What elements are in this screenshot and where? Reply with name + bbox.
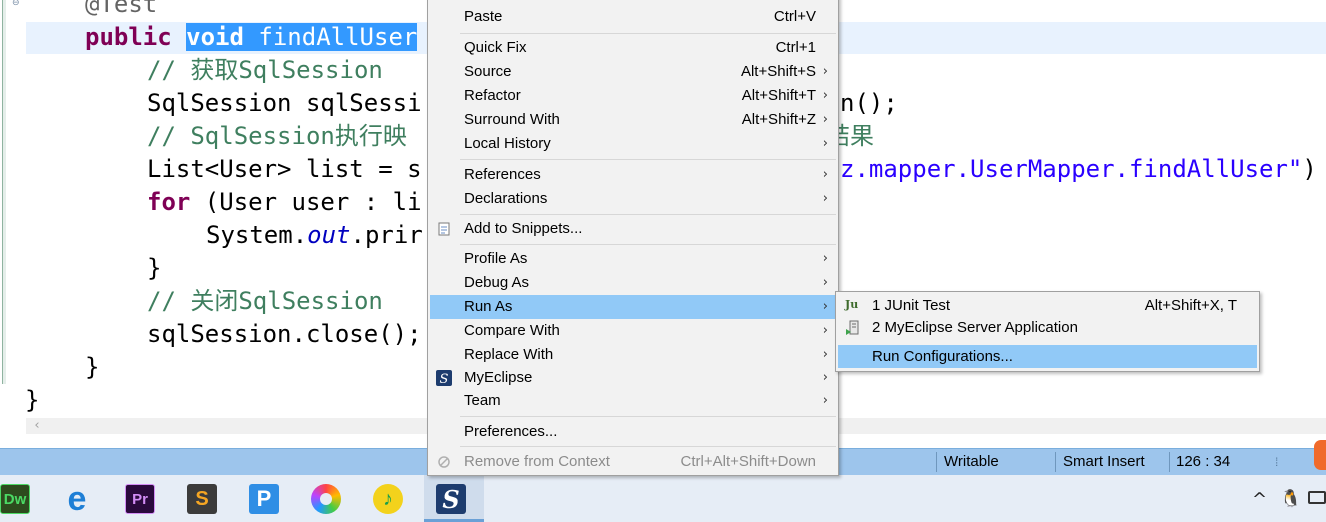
status-separator — [1169, 452, 1170, 472]
menu-item-compare-with[interactable]: Compare With › — [430, 319, 836, 343]
menu-item-quick-fix[interactable]: Quick Fix Ctrl+1 — [430, 36, 836, 60]
menu-separator — [460, 159, 836, 160]
run-as-submenu: Ju 1 JUnit Test Alt+Shift+X, T 2 MyEclips… — [835, 291, 1260, 372]
menu-item-myeclipse[interactable]: S MyEclipse › — [430, 366, 836, 390]
color-wheel-icon[interactable] — [311, 484, 341, 514]
status-insert-mode[interactable]: Smart Insert — [1063, 449, 1145, 476]
code-line-tail: n(); — [840, 89, 898, 117]
submenu-item-run-configurations[interactable]: Run Configurations... — [838, 345, 1257, 368]
submenu-arrow-icon: › — [822, 191, 828, 206]
code-line-println: System.out.prir — [206, 221, 423, 249]
myeclipse-icon: S — [436, 370, 452, 387]
submenu-arrow-icon: › — [822, 251, 828, 266]
code-line: SqlSession sqlSessi — [147, 89, 422, 117]
submenu-arrow-icon: › — [822, 323, 828, 338]
code-comment: // SqlSession执行映 — [147, 122, 407, 150]
change-ruler — [2, 0, 6, 384]
notification-icon[interactable] — [1314, 440, 1326, 470]
menu-item-team[interactable]: Team › — [430, 389, 836, 413]
editor-gutter — [0, 0, 8, 418]
taskbar: Dw e Pr S P ♪ S ^ 🐧 — [0, 475, 1326, 522]
status-separator — [1055, 452, 1056, 472]
server-app-icon — [845, 320, 861, 336]
status-cursor-position[interactable]: 126 : 34 — [1176, 449, 1230, 476]
status-more-icon[interactable]: ⁞ — [1275, 455, 1278, 469]
code-comment: // 获取SqlSession — [147, 56, 383, 84]
menu-item-paste[interactable]: Paste Ctrl+V — [430, 5, 836, 29]
menu-item-debug-as[interactable]: Debug As › — [430, 271, 836, 295]
submenu-item-server-application[interactable]: 2 MyEclipse Server Application — [838, 316, 1257, 339]
submenu-arrow-icon: › — [822, 136, 828, 151]
code-line-for-loop: for (User user : li — [147, 188, 422, 216]
snippet-icon — [436, 221, 452, 237]
submenu-arrow-icon: › — [822, 299, 828, 314]
menu-item-add-to-snippets[interactable]: Add to Snippets... — [430, 217, 836, 241]
submenu-arrow-icon: › — [822, 370, 828, 385]
code-line-method-signature: public void findAllUser — [85, 23, 418, 51]
status-writable: Writable — [944, 453, 999, 470]
sublime-icon[interactable]: S — [187, 484, 217, 514]
submenu-arrow-icon: › — [822, 275, 828, 290]
menu-item-surround-with[interactable]: Surround With Alt+Shift+Z › — [430, 108, 836, 132]
remove-context-icon — [436, 454, 452, 470]
menu-item-preferences[interactable]: Preferences... — [430, 420, 836, 444]
code-line-brace: } — [147, 254, 162, 282]
menu-item-replace-with[interactable]: Replace With › — [430, 343, 836, 367]
menu-item-local-history[interactable]: Local History › — [430, 132, 836, 156]
premiere-icon[interactable]: Pr — [125, 484, 155, 514]
junit-icon: Ju — [845, 298, 859, 311]
code-line-brace: } — [25, 386, 40, 414]
code-line: List<User> list = s — [147, 155, 422, 183]
menu-separator — [460, 244, 836, 245]
code-line-close: sqlSession.close(); — [147, 320, 422, 348]
menu-item-remove-from-context: Remove from Context Ctrl+Alt+Shift+Down — [430, 450, 836, 474]
edge-icon[interactable]: e — [62, 480, 92, 518]
status-separator — [936, 452, 937, 472]
fold-icon[interactable]: ⊖ — [12, 0, 21, 8]
submenu-arrow-icon: › — [822, 347, 828, 362]
menu-item-source[interactable]: Source Alt+Shift+S › — [430, 60, 836, 84]
menu-separator — [460, 214, 836, 215]
tray-chevron-icon[interactable]: ^ — [1252, 489, 1267, 510]
menu-item-references[interactable]: References › — [430, 163, 836, 187]
menu-item-profile-as[interactable]: Profile As › — [430, 247, 836, 271]
music-icon[interactable]: ♪ — [373, 484, 403, 514]
svg-text:S: S — [440, 372, 449, 386]
menu-separator — [460, 33, 836, 34]
code-line-tail: z.mapper.UserMapper.findAllUser") — [840, 155, 1317, 183]
menu-separator — [460, 446, 836, 447]
dreamweaver-icon[interactable]: Dw — [0, 484, 30, 514]
p-app-icon[interactable]: P — [249, 484, 279, 514]
scroll-left-icon[interactable]: ‹ — [30, 418, 44, 434]
submenu-arrow-icon: › — [822, 88, 828, 103]
menu-item-run-as[interactable]: Run As › — [430, 295, 836, 319]
submenu-arrow-icon: › — [822, 167, 828, 182]
menu-separator — [460, 416, 836, 417]
code-line-brace: } — [85, 353, 100, 381]
menu-item-refactor[interactable]: Refactor Alt+Shift+T › — [430, 84, 836, 108]
code-comment: // 关闭SqlSession — [147, 287, 383, 315]
menu-item-declarations[interactable]: Declarations › — [430, 187, 836, 211]
selected-text: void — [186, 23, 244, 51]
submenu-arrow-icon: › — [822, 112, 828, 127]
battery-icon[interactable] — [1308, 491, 1326, 504]
qq-icon[interactable]: 🐧 — [1280, 489, 1301, 509]
submenu-arrow-icon: › — [822, 393, 828, 408]
submenu-item-junit-test[interactable]: Ju 1 JUnit Test Alt+Shift+X, T — [838, 294, 1257, 317]
context-menu: Paste Ctrl+V Quick Fix Ctrl+1 Source Alt+Sh… — [427, 0, 839, 476]
code-line-annotation: @Test — [85, 0, 158, 18]
submenu-arrow-icon: › — [822, 64, 828, 79]
myeclipse-icon[interactable]: S — [436, 484, 466, 514]
